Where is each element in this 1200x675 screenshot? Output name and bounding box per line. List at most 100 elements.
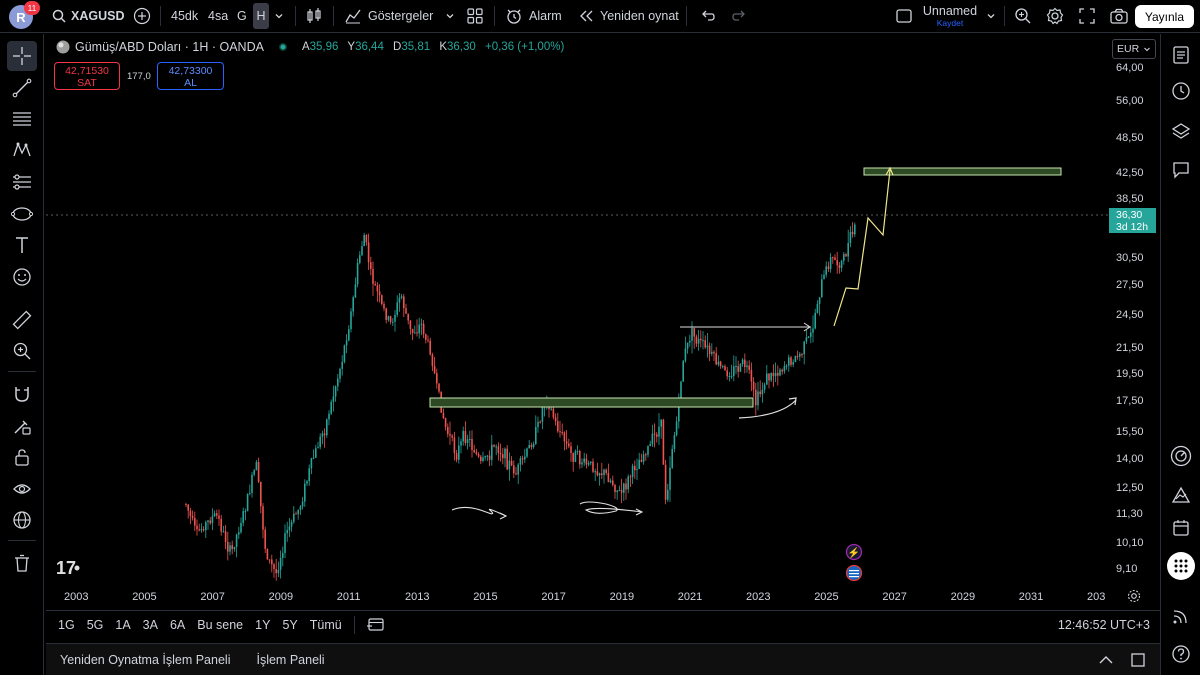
price-axis[interactable]: 64,00 56,00 48,50 42,50 38,50 30,50 27,50 24,50… [1108, 34, 1160, 609]
range-button[interactable]: 6A [170, 618, 185, 632]
candle-body [649, 444, 651, 447]
chats-button[interactable] [1168, 157, 1194, 183]
layers-button[interactable] [1168, 118, 1194, 144]
axis-settings-button[interactable] [1127, 589, 1141, 606]
sell-button[interactable]: 42,71530 SAT [54, 62, 120, 90]
zoom-tool[interactable] [7, 336, 37, 366]
measure-tool[interactable] [7, 305, 37, 335]
support-zone[interactable] [429, 397, 754, 408]
range-button[interactable]: Tümü [310, 618, 342, 632]
compare-symbol-button[interactable] [133, 0, 151, 33]
price-chart[interactable]: ⚡ 17 [46, 34, 1160, 609]
quick-search-button[interactable] [1014, 0, 1032, 33]
candle-body [405, 308, 407, 314]
range-button[interactable]: 1G [58, 618, 75, 632]
data-window-button[interactable] [1168, 443, 1194, 469]
candle-body [242, 511, 244, 523]
utc-clock[interactable]: 12:46:52 UTC+3 [1058, 618, 1150, 632]
alarm-button[interactable]: Alarm [505, 0, 562, 33]
prediction-tool[interactable] [7, 167, 37, 197]
fullscreen-button[interactable] [1078, 0, 1096, 33]
candle-body [594, 471, 596, 473]
candle-body [557, 421, 559, 432]
horizontal-lines-tool[interactable] [7, 104, 37, 134]
price-tick-label: 42,50 [1116, 167, 1144, 179]
interval-1w-active[interactable]: H [253, 3, 269, 29]
interval-1d[interactable]: G [237, 0, 247, 33]
candle-body [257, 461, 260, 482]
range-button[interactable]: 5G [87, 618, 104, 632]
loop-arrow-2[interactable] [579, 501, 643, 514]
range-button[interactable]: Bu sene [197, 618, 243, 632]
loop-arrow-1[interactable] [451, 506, 507, 517]
candle-body [728, 375, 731, 377]
text-tool[interactable] [7, 230, 37, 260]
maximize-panel-button[interactable] [1130, 652, 1146, 671]
settings-button[interactable] [1046, 0, 1064, 33]
tab-trading-panel[interactable]: İşlem Paneli [256, 653, 324, 667]
calendar-button[interactable] [1168, 515, 1194, 541]
indicators-button[interactable]: Göstergeler [344, 0, 433, 33]
chart-pane[interactable]: ⚡ 17 Gümüş/ABD Doları · 1H · OANDA A35,9… [46, 34, 1160, 609]
lock-drawings-tool[interactable] [7, 442, 37, 472]
magnet-tool[interactable] [7, 379, 37, 409]
candle-body [790, 357, 792, 365]
tab-replay-trading-panel[interactable]: Yeniden Oynatma İşlem Paneli [60, 653, 230, 667]
ideas-button[interactable] [1168, 482, 1194, 508]
interval-45m[interactable]: 45dk [171, 0, 198, 33]
layout-dropdown[interactable] [985, 0, 997, 33]
candle-body [354, 284, 357, 298]
candle-body [359, 255, 361, 263]
drawing-mode-tool[interactable] [7, 411, 37, 441]
buy-button[interactable]: 42,73300 AL [157, 62, 224, 90]
symbol-search[interactable]: XAGUSD [52, 0, 124, 33]
streams-button[interactable] [1168, 603, 1194, 629]
target-zone[interactable] [863, 167, 1062, 176]
indicators-dropdown[interactable] [444, 0, 456, 33]
layout-name-block[interactable]: Unnamed Kaydet [920, 4, 980, 28]
crosshair-icon [13, 47, 31, 65]
shapes-tool[interactable] [7, 199, 37, 229]
publish-button[interactable]: Yayınla [1134, 5, 1194, 28]
undo-button[interactable] [700, 0, 716, 33]
target-icon [1170, 445, 1192, 467]
snapshot-button[interactable] [1109, 0, 1129, 33]
trend-line-tool[interactable] [7, 73, 37, 103]
replay-button[interactable]: Yeniden oynat [578, 0, 679, 33]
range-buttons: 1G 5G 1A 3A 6A Bu sene 1Y 5Y Tümü [46, 618, 342, 632]
object-tree-tool[interactable] [7, 505, 37, 535]
range-button[interactable]: 1Y [255, 618, 270, 632]
chart-type-button[interactable] [305, 0, 323, 33]
help-button[interactable] [1168, 641, 1194, 667]
redo-button[interactable] [731, 0, 747, 33]
interval-dropdown[interactable] [273, 0, 285, 33]
projection-path[interactable] [833, 169, 891, 327]
date-range-button[interactable] [366, 616, 385, 635]
alerts-button[interactable] [1168, 78, 1194, 104]
magnet-icon [15, 387, 29, 402]
candle-body [216, 513, 218, 516]
hide-drawings-tool[interactable] [7, 474, 37, 504]
watchlist-button[interactable] [1168, 42, 1194, 68]
range-button[interactable]: 3A [143, 618, 158, 632]
candle-body [821, 279, 823, 298]
crosshair-tool[interactable] [7, 41, 37, 71]
layout-checkbox[interactable] [895, 0, 913, 33]
interval-4h[interactable]: 4sa [208, 0, 228, 33]
chart-title[interactable]: Gümüş/ABD Doları · 1H · OANDA [75, 40, 264, 54]
remove-drawings-tool[interactable] [7, 548, 37, 578]
candle-body [264, 529, 266, 549]
expand-panel-button[interactable] [1098, 652, 1114, 671]
candle-body [691, 328, 693, 341]
pattern-tool[interactable] [7, 135, 37, 165]
products-button[interactable] [1167, 552, 1195, 580]
range-button[interactable]: 1A [115, 618, 130, 632]
emoji-tool[interactable] [7, 262, 37, 292]
candle-body [255, 461, 258, 471]
list-icon [1173, 46, 1189, 64]
time-axis[interactable]: 2003 2005 2007 2009 2011 2013 2015 2017 2019 2021… [46, 587, 1108, 609]
templates-button[interactable] [466, 0, 484, 33]
year-tick-label: 2007 [200, 591, 225, 603]
candle-body [407, 313, 409, 321]
range-button[interactable]: 5Y [282, 618, 297, 632]
